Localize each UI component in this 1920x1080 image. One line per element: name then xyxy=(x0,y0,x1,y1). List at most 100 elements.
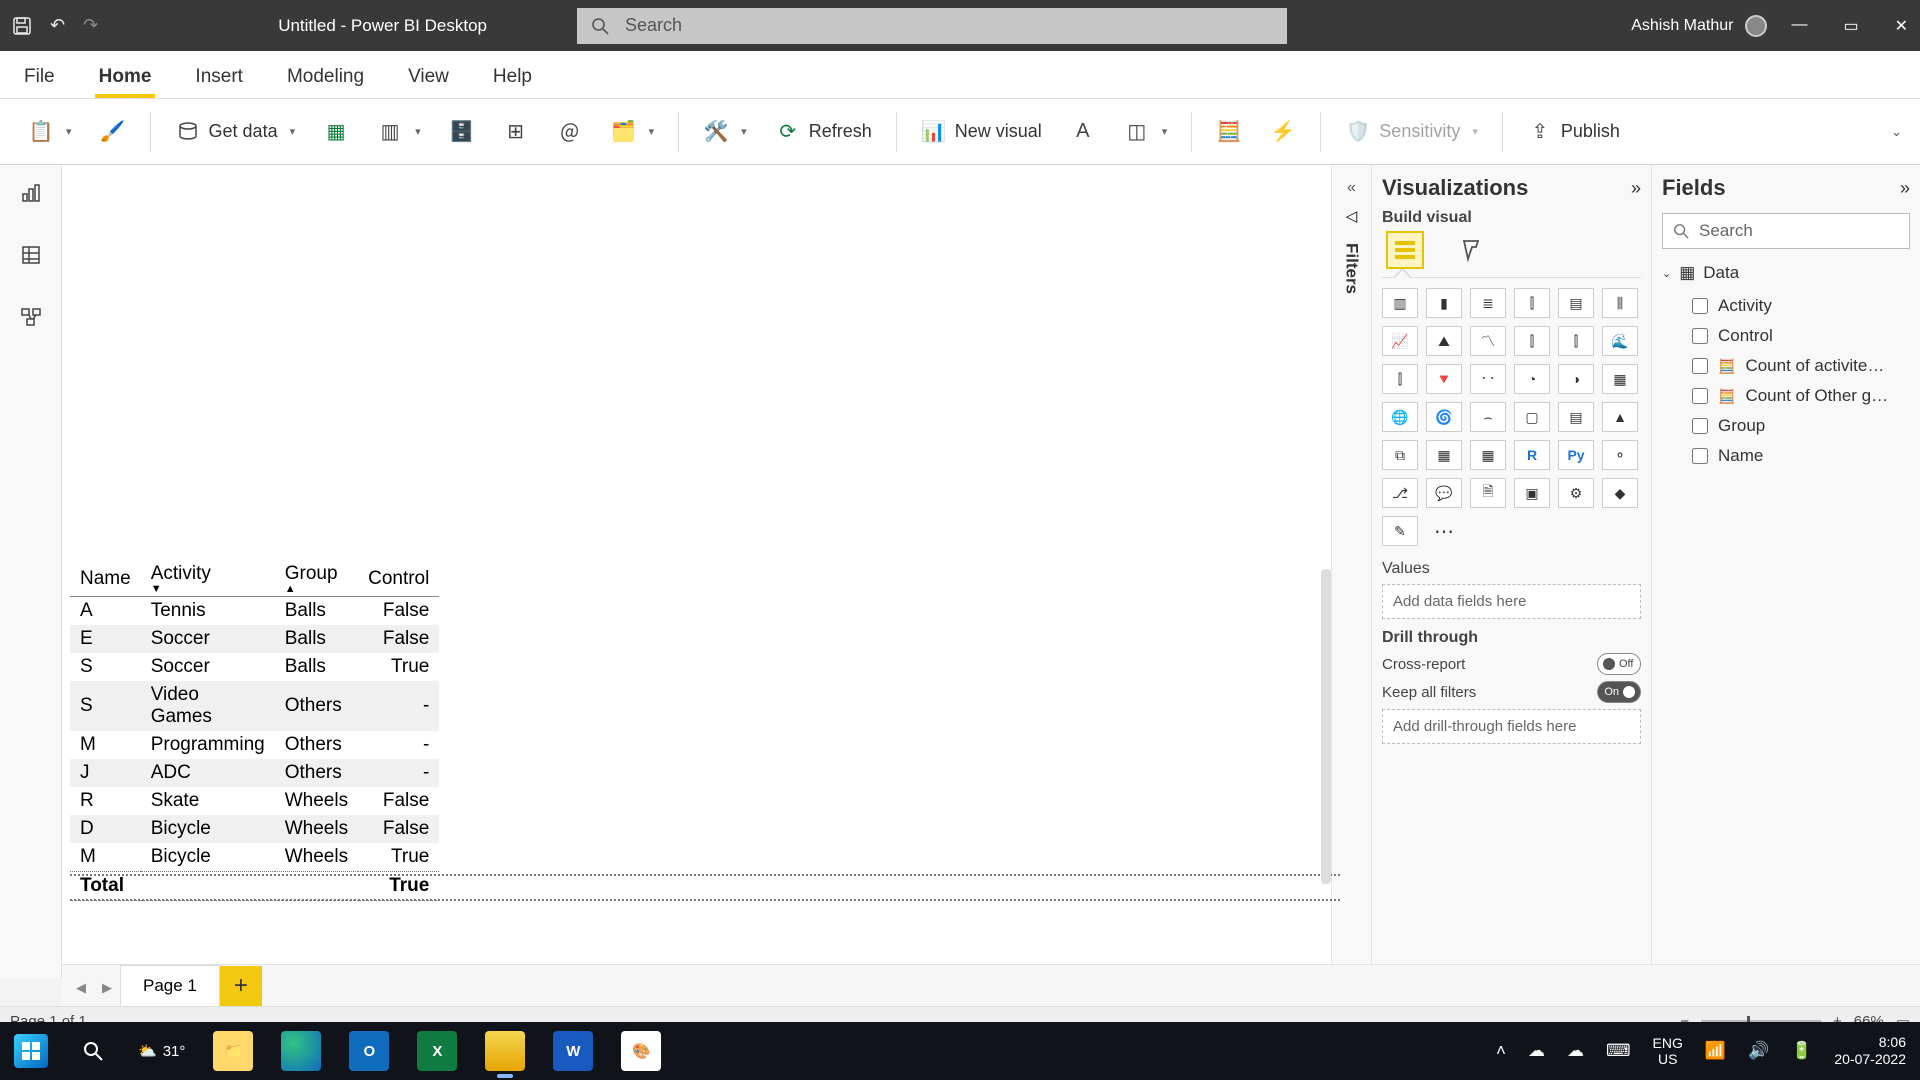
excel-app[interactable]: X xyxy=(417,1031,457,1071)
lang-eng[interactable]: ENG xyxy=(1653,1035,1683,1051)
fields-table-header[interactable]: ⌄ ▦ Data xyxy=(1662,263,1910,283)
prev-page-button[interactable]: ◀ xyxy=(68,980,94,1006)
report-view-button[interactable] xyxy=(17,179,45,207)
word-app[interactable]: W xyxy=(553,1031,593,1071)
field-item[interactable]: 🧮Count of activite… xyxy=(1662,351,1910,381)
viz-type-15[interactable]: ◔ xyxy=(1514,364,1550,394)
viz-type-22[interactable]: ▤ xyxy=(1558,402,1594,432)
sensitivity-button[interactable]: 🛡️Sensitivity xyxy=(1335,113,1488,151)
table-row[interactable]: MBicycleWheelsTrue xyxy=(70,843,439,872)
viz-type-5[interactable]: ⫼ xyxy=(1602,288,1638,318)
viz-type-35[interactable]: ◆ xyxy=(1602,478,1638,508)
format-painter-button[interactable]: 🖌️ xyxy=(90,113,136,151)
report-canvas[interactable]: Name Activity▼ Group▲ Control ATennisBal… xyxy=(62,165,1332,978)
close-button[interactable]: ✕ xyxy=(1895,16,1908,36)
user-account[interactable]: Ashish Mathur xyxy=(1631,15,1767,37)
weather-widget[interactable]: ⛅ 31° xyxy=(138,1042,185,1060)
enter-data-button[interactable]: ⊞ xyxy=(493,113,539,151)
save-icon[interactable] xyxy=(12,16,32,36)
taskbar-clock[interactable]: 8:06 20-07-2022 xyxy=(1834,1034,1906,1068)
redo-icon[interactable]: ↷ xyxy=(83,15,98,36)
tab-insert[interactable]: Insert xyxy=(191,58,247,98)
viz-type-6[interactable]: 📈 xyxy=(1382,326,1418,356)
viz-type-12[interactable]: ⫿ xyxy=(1382,364,1418,394)
viz-type-18[interactable]: 🌐 xyxy=(1382,402,1418,432)
table-row[interactable]: DBicycleWheelsFalse xyxy=(70,815,439,843)
viz-type-2[interactable]: ≣ xyxy=(1470,288,1506,318)
viz-type-23[interactable]: ▲ xyxy=(1602,402,1638,432)
cloud-icon[interactable]: ☁ xyxy=(1567,1041,1584,1061)
viz-type-14[interactable]: ᛫᛫ xyxy=(1470,364,1506,394)
viz-type-11[interactable]: 🌊 xyxy=(1602,326,1638,356)
keep-filters-toggle[interactable]: On xyxy=(1597,681,1641,703)
minimize-button[interactable]: — xyxy=(1791,16,1807,36)
transform-data-button[interactable]: 🛠️ xyxy=(693,113,757,151)
viz-type-3[interactable]: ⫿ xyxy=(1514,288,1550,318)
table-row[interactable]: ATennisBallsFalse xyxy=(70,597,439,626)
more-visuals-dots[interactable]: ⋯ xyxy=(1426,516,1462,546)
tab-home[interactable]: Home xyxy=(95,58,156,98)
visual-scrollbar[interactable] xyxy=(1321,569,1331,884)
dataverse-button[interactable]: ＠ xyxy=(547,113,593,151)
table-row[interactable]: RSkateWheelsFalse xyxy=(70,787,439,815)
viz-type-24[interactable]: ⧉ xyxy=(1382,440,1418,470)
textbox-button[interactable]: A xyxy=(1060,113,1106,151)
viz-type-21[interactable]: ▢ xyxy=(1514,402,1550,432)
field-checkbox[interactable] xyxy=(1692,298,1708,314)
global-search-input[interactable]: Search xyxy=(577,8,1287,44)
viz-type-32[interactable]: 🗎 xyxy=(1470,478,1506,508)
field-checkbox[interactable] xyxy=(1692,328,1708,344)
viz-type-8[interactable]: 〽 xyxy=(1470,326,1506,356)
field-item[interactable]: Activity xyxy=(1662,291,1910,321)
viz-type-20[interactable]: ⌢ xyxy=(1470,402,1506,432)
wifi-icon[interactable]: 📶 xyxy=(1705,1041,1726,1061)
field-checkbox[interactable] xyxy=(1692,388,1708,404)
tab-modeling[interactable]: Modeling xyxy=(283,58,368,98)
field-checkbox[interactable] xyxy=(1692,448,1708,464)
collapse-ribbon-icon[interactable]: ⌄ xyxy=(1891,124,1902,140)
col-activity-header[interactable]: Activity xyxy=(151,563,211,584)
fields-search-input[interactable]: Search xyxy=(1662,213,1910,249)
page-tab-1[interactable]: Page 1 xyxy=(120,965,220,1006)
viz-type-33[interactable]: ▣ xyxy=(1514,478,1550,508)
publish-button[interactable]: ⇪Publish xyxy=(1517,113,1630,151)
collapse-viz-icon[interactable]: » xyxy=(1631,178,1641,199)
collapse-fields-icon[interactable]: » xyxy=(1900,178,1910,199)
tab-file[interactable]: File xyxy=(20,58,59,98)
viz-type-4[interactable]: ▤ xyxy=(1558,288,1594,318)
model-view-button[interactable] xyxy=(17,303,45,331)
field-checkbox[interactable] xyxy=(1692,358,1708,374)
viz-type-25[interactable]: ▦ xyxy=(1426,440,1462,470)
tab-view[interactable]: View xyxy=(404,58,453,98)
new-measure-button[interactable]: 🧮 xyxy=(1206,113,1252,151)
undo-icon[interactable]: ↶ xyxy=(50,15,65,36)
values-field-well[interactable]: Add data fields here xyxy=(1382,584,1641,619)
quick-measure-button[interactable]: ⚡ xyxy=(1260,113,1306,151)
col-control-header[interactable]: Control xyxy=(368,568,429,589)
maximize-button[interactable]: ▭ xyxy=(1843,16,1858,36)
col-name-header[interactable]: Name xyxy=(80,568,131,589)
get-data-button[interactable]: Get data xyxy=(165,113,306,151)
table-row[interactable]: ESoccerBallsFalse xyxy=(70,625,439,653)
next-page-button[interactable]: ▶ xyxy=(94,980,120,1006)
expand-filters-icon[interactable]: « xyxy=(1347,179,1356,197)
data-view-button[interactable] xyxy=(17,241,45,269)
powerbi-app[interactable] xyxy=(485,1031,525,1071)
build-fields-tab[interactable] xyxy=(1388,233,1422,267)
viz-type-34[interactable]: ⚙ xyxy=(1558,478,1594,508)
table-row[interactable]: SVideo GamesOthers- xyxy=(70,681,439,731)
keyboard-icon[interactable]: ⌨ xyxy=(1606,1041,1631,1061)
col-group-header[interactable]: Group xyxy=(285,563,338,584)
viz-type-30[interactable]: ⎇ xyxy=(1382,478,1418,508)
tray-chevron-icon[interactable]: ˄ xyxy=(1496,1041,1506,1061)
viz-type-19[interactable]: 🌀 xyxy=(1426,402,1462,432)
format-visual-tab[interactable] xyxy=(1456,233,1490,267)
windows-search-button[interactable] xyxy=(76,1034,110,1068)
viz-type-31[interactable]: 💬 xyxy=(1426,478,1462,508)
drillthrough-field-well[interactable]: Add drill-through fields here xyxy=(1382,709,1641,744)
field-item[interactable]: Control xyxy=(1662,321,1910,351)
field-item[interactable]: Group xyxy=(1662,411,1910,441)
more-visuals-button[interactable]: ◫ xyxy=(1114,113,1178,151)
viz-type-36[interactable]: ✎ xyxy=(1382,516,1418,546)
new-visual-button[interactable]: 📊New visual xyxy=(911,113,1052,151)
